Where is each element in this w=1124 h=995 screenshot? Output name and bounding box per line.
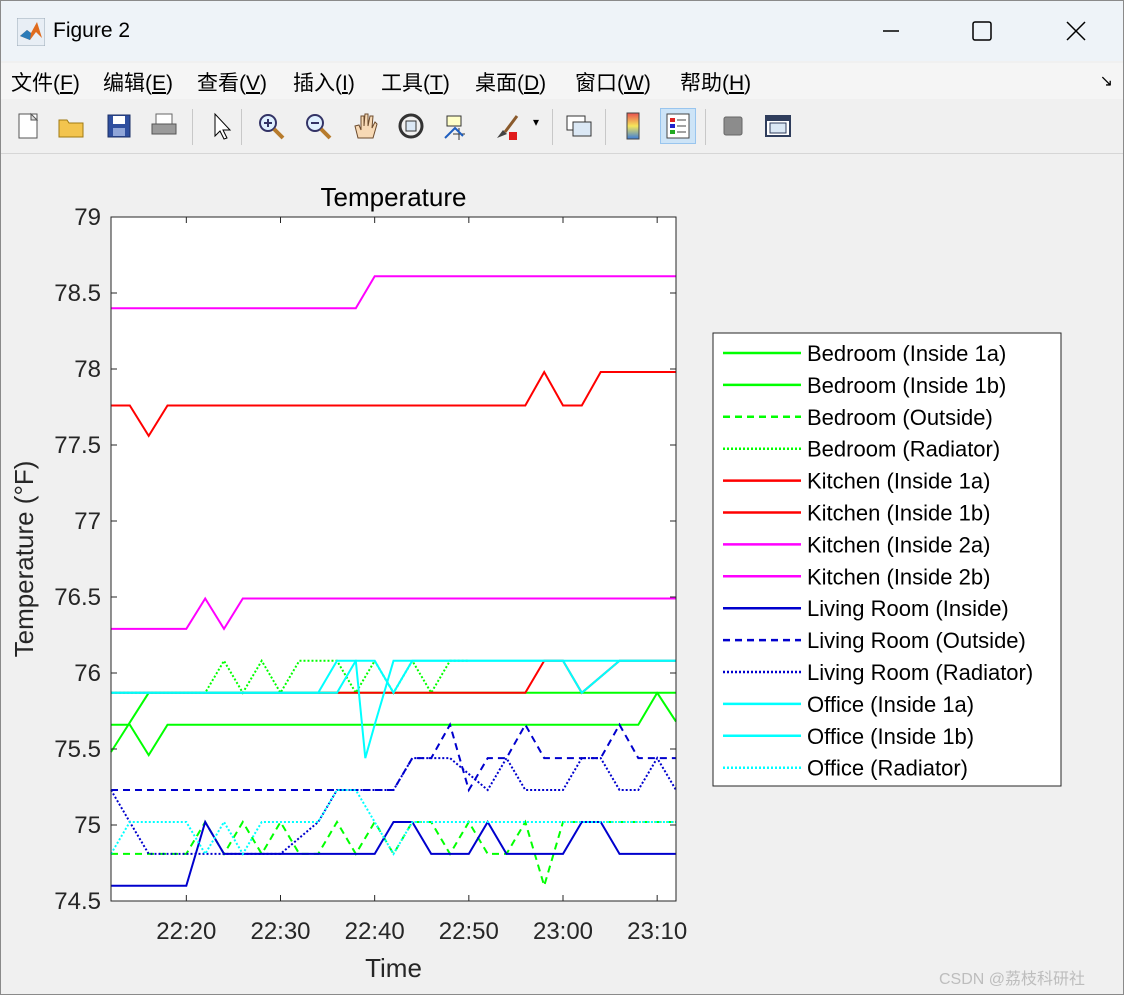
legend-label-11: Office (Inside 1a) [807,692,974,717]
y-tick-label: 75.5 [54,736,101,763]
legend-label-1: Bedroom (Inside 1b) [807,373,1006,398]
y-tick-label: 74.5 [54,888,101,915]
x-tick-label: 22:50 [439,918,499,945]
y-axis-label: Temperature (°F) [9,461,39,658]
legend-label-0: Bedroom (Inside 1a) [807,341,1006,366]
legend-label-10: Living Room (Radiator) [807,660,1033,685]
y-tick-label: 78 [74,356,101,383]
x-tick-label: 22:30 [250,918,310,945]
legend-label-9: Living Room (Outside) [807,628,1026,653]
x-axis-label: Time [365,953,422,983]
legend-label-2: Bedroom (Outside) [807,405,993,430]
temperature-plot: 74.5 75 75.5 76 76.5 77 77.5 78 78.5 79 22:20 22:30… [9,182,1062,983]
x-tick-label: 22:40 [345,918,405,945]
legend-label-5: Kitchen (Inside 1b) [807,501,990,526]
legend-label-8: Living Room (Inside) [807,596,1009,621]
x-tick-label: 23:00 [533,918,593,945]
y-tick-label: 78.5 [54,280,101,307]
y-tick-label: 76 [74,660,101,687]
chart-title: Temperature [321,182,467,212]
y-tick-label: 77.5 [54,432,101,459]
x-tick-label: 22:20 [156,918,216,945]
watermark: CSDN @荔枝科研社 [939,971,1086,988]
legend-label-13: Office (Radiator) [807,756,968,781]
y-tick-label: 77 [74,508,101,535]
y-tick-label: 76.5 [54,584,101,611]
y-tick-label: 75 [74,812,101,839]
legend-label-3: Bedroom (Radiator) [807,437,1000,462]
legend-label-7: Kitchen (Inside 2b) [807,564,990,589]
y-tick-label: 79 [74,204,101,231]
figure-window: Figure 2 ↘ 文件(F) 编辑(E) 查看(V) 插入(I) 工具(T) 桌面(D… [0,0,1124,995]
plot-area [111,217,676,901]
legend-box [712,332,1062,787]
legend-label-12: Office (Inside 1b) [807,724,974,749]
legend-label-6: Kitchen (Inside 2a) [807,532,990,557]
x-tick-label: 23:10 [627,918,687,945]
legend-label-4: Kitchen (Inside 1a) [807,469,990,494]
